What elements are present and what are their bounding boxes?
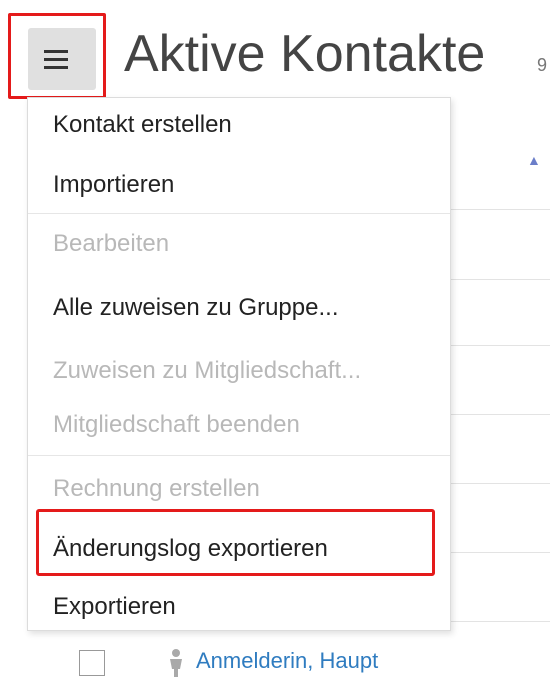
sort-asc-icon[interactable]: ▲ bbox=[527, 152, 541, 168]
menu-item-mitgliedschaft-beenden: Mitgliedschaft beenden bbox=[53, 411, 300, 438]
row-checkbox[interactable] bbox=[79, 650, 105, 676]
person-icon bbox=[170, 649, 182, 677]
contact-name-link[interactable]: Anmelderin, Haupt bbox=[196, 648, 378, 674]
row-divider bbox=[450, 209, 550, 210]
contact-count: 9 bbox=[537, 55, 548, 75]
menu-item-kontakt-erstellen[interactable]: Kontakt erstellen bbox=[53, 110, 232, 140]
row-divider bbox=[450, 483, 550, 484]
menu-divider bbox=[28, 213, 450, 214]
highlight-box-menu-button bbox=[8, 13, 106, 99]
menu-item-importieren[interactable]: Importieren bbox=[53, 170, 174, 200]
page-title: Aktive Kontakte bbox=[124, 25, 486, 83]
highlight-box-aenderungslog bbox=[36, 509, 435, 576]
row-divider bbox=[450, 621, 550, 622]
menu-item-rechnung-erstellen: Rechnung erstellen bbox=[53, 475, 260, 502]
menu-item-bearbeiten: Bearbeiten bbox=[53, 230, 170, 257]
menu-item-exportieren[interactable]: Exportieren bbox=[53, 592, 176, 622]
row-divider bbox=[450, 552, 550, 553]
menu-item-alle-zuweisen-gruppe[interactable]: Alle zuweisen zu Gruppe... bbox=[53, 293, 338, 323]
menu-item-zuweisen-mitgliedschaft: Zuweisen zu Mitgliedschaft... bbox=[53, 357, 362, 384]
row-divider bbox=[450, 414, 550, 415]
row-divider bbox=[450, 279, 550, 280]
row-divider bbox=[450, 345, 550, 346]
menu-divider bbox=[28, 455, 450, 456]
